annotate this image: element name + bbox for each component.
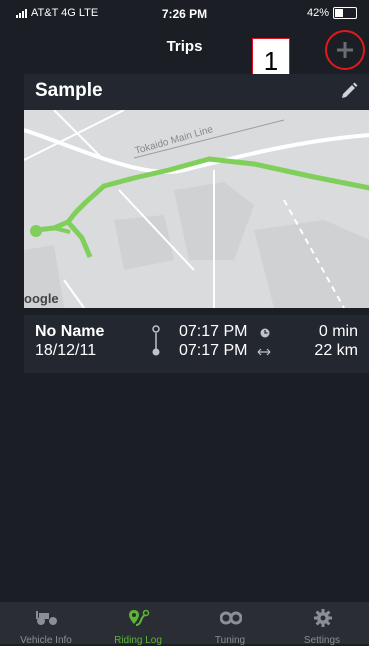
tab-riding-log[interactable]: Riding Log <box>92 602 184 646</box>
motorcycle-icon <box>36 611 57 625</box>
card-header: Sample <box>24 74 369 110</box>
route-pin-icon <box>129 609 150 626</box>
trip-name: No Name <box>35 323 105 340</box>
tuning-icon <box>220 611 242 625</box>
pencil-icon[interactable] <box>340 82 358 100</box>
route-start-end-icon <box>152 325 160 356</box>
trip-row[interactable]: No Name 18/12/11 07:17 PM 07:17 PM 0 min… <box>24 315 369 373</box>
battery-fill <box>335 9 343 17</box>
nav-bar: Trips 1 <box>0 26 369 85</box>
distance-icon <box>257 348 271 356</box>
clock-icon <box>260 328 270 338</box>
tab-label: Vehicle Info <box>20 635 72 646</box>
tab-label: Riding Log <box>114 635 162 646</box>
tab-vehicle-info[interactable]: Vehicle Info <box>0 602 92 646</box>
tab-label: Tuning <box>214 635 246 646</box>
tab-tuning[interactable]: Tuning <box>184 602 276 646</box>
battery-icon <box>333 7 357 19</box>
trip-distance: 22 km <box>314 342 358 359</box>
start-time: 07:17 PM <box>179 323 248 340</box>
trip-card[interactable]: Sample Tokaido Main Line oogle No Name 1… <box>24 74 369 373</box>
plus-icon <box>337 42 353 58</box>
route-start-marker <box>30 225 42 237</box>
map-attribution: oogle <box>24 291 59 306</box>
tab-settings[interactable]: Settings <box>276 602 368 646</box>
trip-date: 18/12/11 <box>35 342 97 359</box>
trip-card-title: Sample <box>35 80 103 101</box>
map-graphic: Tokaido Main Line <box>24 110 369 308</box>
status-right: 42% <box>307 7 357 19</box>
gear-icon <box>314 609 332 627</box>
route-map[interactable]: Tokaido Main Line oogle <box>24 110 369 308</box>
trip-duration: 0 min <box>318 323 358 340</box>
page-title: Trips <box>166 38 203 55</box>
end-time: 07:17 PM <box>179 342 248 359</box>
tab-label: Settings <box>303 635 341 646</box>
battery-percent: 42% <box>306 7 329 19</box>
status-bar: AT&T 4G LTE 7:26 PM 42% <box>0 0 369 26</box>
tab-bar: Vehicle Info Riding Log Tuning Settings <box>0 602 369 646</box>
add-trip-button[interactable] <box>325 30 365 70</box>
